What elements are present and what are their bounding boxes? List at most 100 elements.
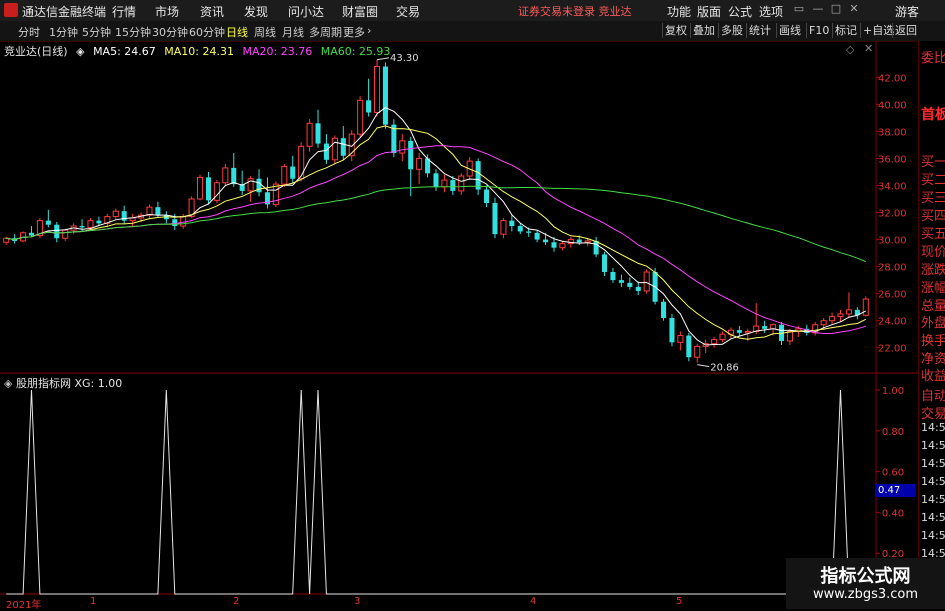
draw-line-button[interactable]: 画线 [776, 23, 803, 38]
candle-body-down [534, 232, 540, 240]
menu-item-trade[interactable]: 交易 [396, 3, 420, 20]
candle-body-up [643, 271, 650, 292]
window-maximize-icon[interactable]: □ [829, 2, 843, 16]
kline-chart[interactable]: 43.3020.86 22.00 24.00 26.00 28.00 30.00 32.0… [0, 41, 918, 609]
candle-body-up [373, 66, 381, 113]
candle-body-down [323, 143, 329, 160]
low-pointer [697, 364, 710, 368]
stock-name: 竞业达(日线) [4, 45, 68, 58]
candle-body-down [408, 140, 414, 170]
period-60min[interactable]: 60分钟 [189, 24, 225, 40]
side-turnover: 换手 [921, 334, 945, 349]
stats-button[interactable]: 统计 [746, 23, 773, 38]
side-auto[interactable]: 自动 [921, 385, 945, 404]
diamond-icon[interactable]: ◇ [846, 43, 854, 56]
xg-signal-line [6, 389, 866, 595]
candle-body-up [298, 145, 305, 180]
f10-button[interactable]: F10 [806, 23, 831, 38]
add-favorite-button[interactable]: +自选 [860, 23, 896, 38]
low-label: 20.86 [710, 363, 739, 374]
close-panel-icon[interactable]: ✕ [864, 42, 873, 55]
back-button[interactable]: 返回 [892, 23, 919, 38]
window-close-icon[interactable]: ✕ [847, 2, 861, 16]
candle-body-up [677, 335, 684, 343]
x-label: 1 [90, 596, 97, 607]
candle-body-down [593, 240, 599, 255]
multi-stock-button[interactable]: 多股 [718, 23, 745, 38]
candle-body-down [517, 226, 523, 232]
menu-item-ask[interactable]: 问小达 [288, 3, 324, 20]
indicator-settings-icon[interactable]: ◈ [4, 377, 12, 390]
price-tick-label: 30.00 [878, 236, 907, 247]
candle-body-down [526, 231, 532, 233]
menu-item-fortune[interactable]: 财富圈 [342, 3, 378, 20]
candle-body-up [786, 330, 793, 342]
settings-diamond-icon[interactable]: ◈ [76, 45, 84, 58]
candle-body-up [584, 240, 591, 243]
period-monthly[interactable]: 月线 [282, 24, 304, 40]
menu-item-options[interactable]: 选项 [759, 3, 783, 20]
menu-item-news[interactable]: 资讯 [200, 3, 224, 20]
chevron-right-icon[interactable]: › [367, 24, 371, 37]
candle-body-down [45, 220, 51, 225]
indicator-current-value: 0.47 [876, 484, 916, 497]
candle-body-down [618, 280, 624, 283]
candle-body-up [87, 220, 94, 228]
price-annotations: 43.3020.86 [376, 53, 739, 374]
period-30min[interactable]: 30分钟 [152, 24, 188, 40]
period-daily[interactable]: 日线 [226, 24, 248, 40]
candle-body-down [231, 167, 237, 185]
side-change-pct: 涨幅 [921, 281, 945, 296]
side-bid2: 买二 [921, 173, 945, 188]
menu-item-market[interactable]: 市场 [155, 3, 179, 20]
period-intraday[interactable]: 分时 [18, 24, 40, 40]
candle-body-up [711, 339, 718, 345]
user-label[interactable]: 游客 [895, 3, 919, 20]
ma20-label: MA20: 23.76 [242, 45, 313, 58]
side-price: 现价 [921, 245, 945, 260]
side-change: 涨跌 [921, 263, 945, 278]
candle-body-up [829, 316, 836, 322]
menu-item-discover[interactable]: 发现 [244, 3, 268, 20]
side-outer: 外盘 [921, 316, 945, 331]
candle-body-down [54, 224, 60, 239]
candle-body-down [762, 326, 768, 329]
period-more[interactable]: 更多 [343, 24, 365, 40]
candle-body-down [686, 335, 692, 358]
candle-body-down [315, 123, 321, 144]
window-minimize-icon[interactable]: — [811, 2, 825, 16]
period-5min[interactable]: 5分钟 [82, 24, 111, 40]
candle-body-up [820, 320, 827, 326]
candle-body-down [155, 207, 161, 216]
side-trade[interactable]: 交易 [921, 403, 945, 422]
candle-body-down [96, 220, 102, 224]
mark-button[interactable]: 标记 [832, 23, 859, 38]
period-weekly[interactable]: 周线 [254, 24, 276, 40]
period-1min[interactable]: 1分钟 [49, 24, 78, 40]
side-bid4: 买四 [921, 209, 945, 224]
candle-body-down [509, 220, 515, 227]
candle-body-down [484, 189, 490, 204]
candle-body-down [661, 301, 667, 318]
menu-item-quotes[interactable]: 行情 [112, 3, 136, 20]
menu-item-function[interactable]: 功能 [667, 3, 691, 20]
period-multi[interactable]: 多周期 [309, 24, 342, 40]
side-bid5: 买五 [921, 227, 945, 242]
tick-time: 14:56 [921, 475, 945, 488]
overlay-button[interactable]: 叠加 [690, 23, 717, 38]
candlestick-series [3, 59, 869, 363]
watermark: 指标公式网 www.zbgs3.com [786, 558, 945, 609]
menu-item-formula[interactable]: 公式 [728, 3, 752, 20]
candle-body-down [79, 226, 85, 228]
menu-item-layout[interactable]: 版面 [697, 3, 721, 20]
candle-body-down [450, 180, 456, 191]
window-restore-icon[interactable]: ▭ [792, 2, 806, 16]
candle-body-down [172, 219, 178, 227]
price-axis: 22.00 24.00 26.00 28.00 30.00 32.00 34.00 36.00… [876, 73, 907, 355]
period-15min[interactable]: 15分钟 [115, 24, 151, 40]
candle-body-down [28, 232, 35, 236]
candle-body-up [559, 243, 566, 249]
adjust-button[interactable]: 复权 [662, 23, 689, 38]
indicator-tick-label: 0.80 [882, 427, 904, 438]
candle-body-up [719, 333, 726, 341]
